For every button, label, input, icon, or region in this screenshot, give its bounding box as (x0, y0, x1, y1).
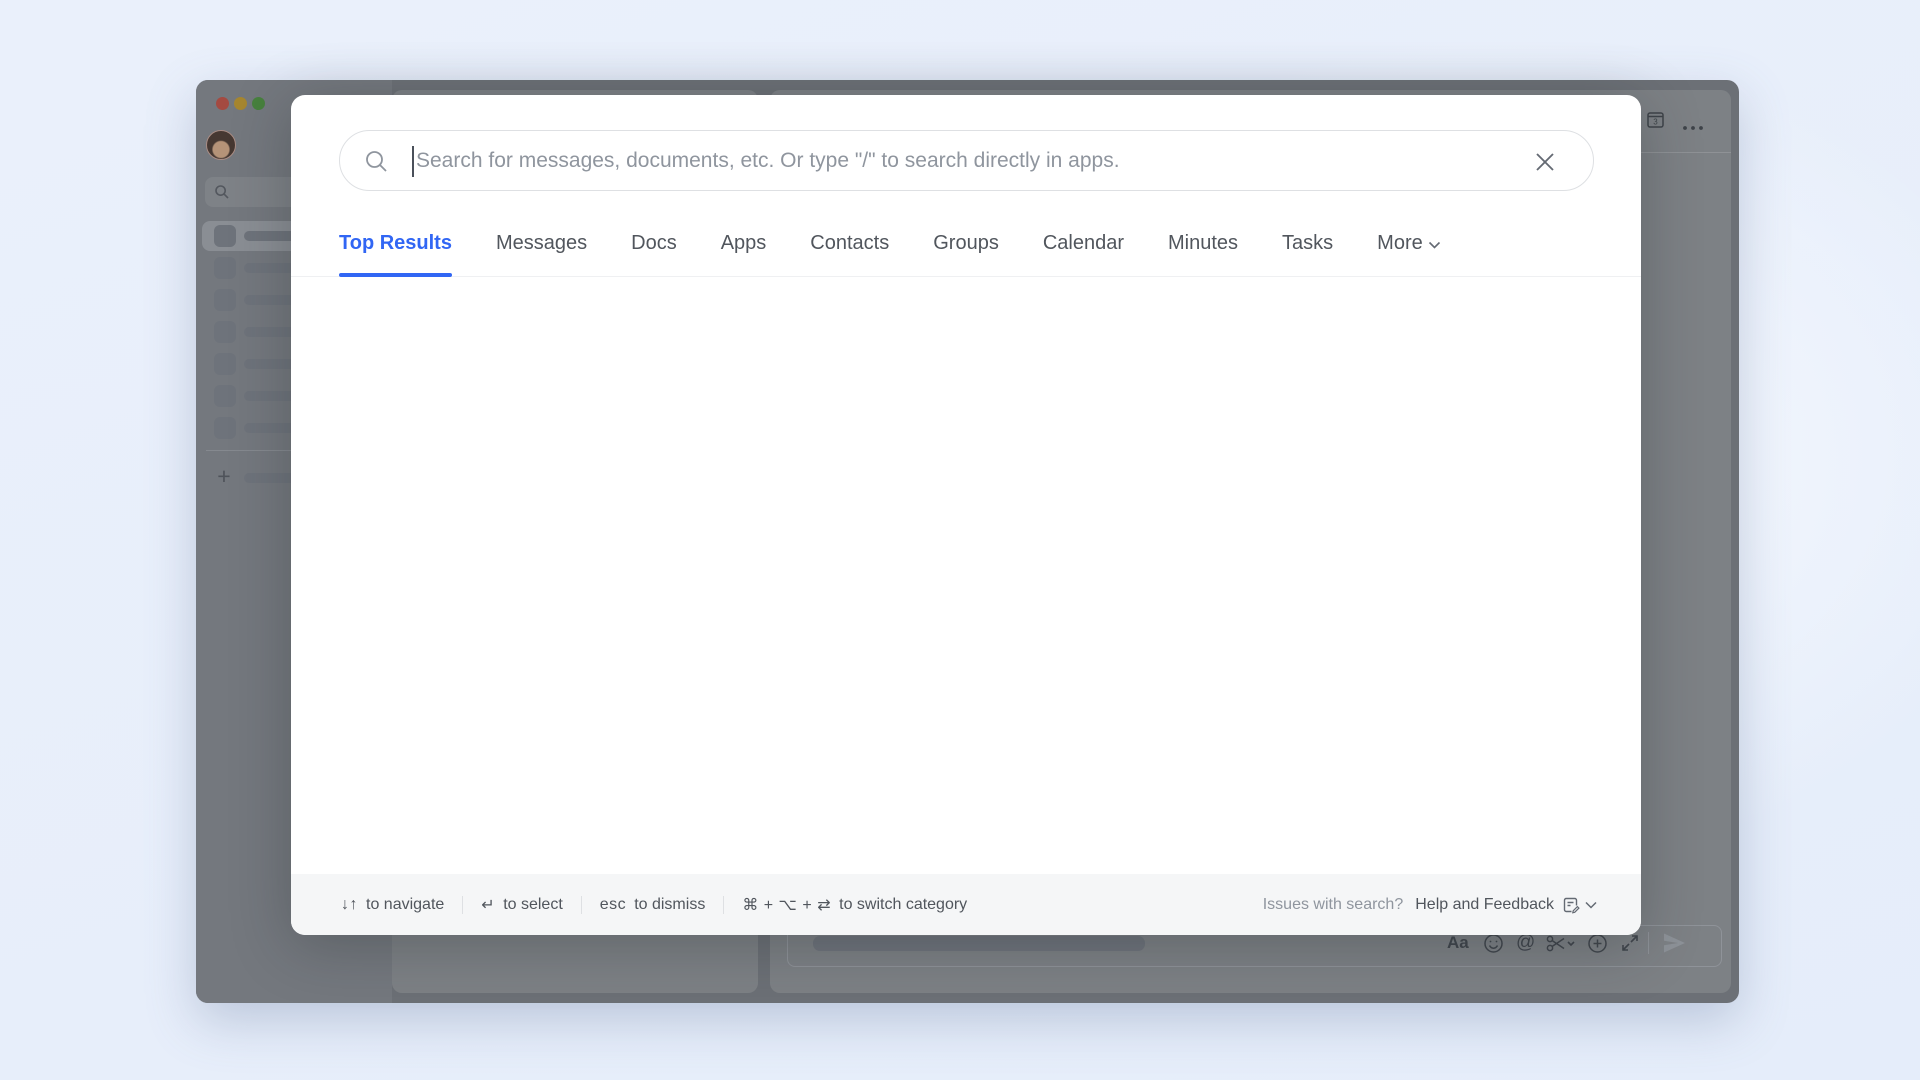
format-icon[interactable]: Aa (1447, 932, 1469, 954)
emoji-icon[interactable] (1483, 932, 1504, 954)
desktop-background: + 3 Aa (0, 0, 1920, 1080)
expand-icon[interactable] (1620, 932, 1640, 954)
search-modal-footer: ↓↑ to navigate ↵ to select esc to dismis… (291, 874, 1641, 935)
search-results-area (291, 278, 1641, 874)
tab-minutes[interactable]: Minutes (1168, 211, 1238, 276)
tab-docs[interactable]: Docs (631, 211, 677, 276)
keyboard-hints: ↓↑ to navigate ↵ to select esc to dismis… (341, 895, 967, 915)
hint-navigate: ↓↑ to navigate (341, 896, 444, 914)
composer-skeleton-text (813, 936, 1145, 951)
skeleton-avatar (214, 225, 236, 247)
divider (462, 896, 463, 914)
skeleton-avatar[interactable] (214, 353, 236, 375)
help-and-feedback-link[interactable]: Help and Feedback (1415, 896, 1597, 914)
screenshot-icon[interactable] (1545, 932, 1575, 954)
close-icon[interactable] (1529, 146, 1561, 178)
tab-contacts[interactable]: Contacts (810, 211, 889, 276)
issues-text: Issues with search? (1263, 896, 1404, 914)
send-icon[interactable] (1662, 932, 1686, 954)
tab-top-results[interactable]: Top Results (339, 211, 452, 276)
search-input[interactable] (416, 131, 1506, 190)
chevron-down-icon (1428, 241, 1441, 250)
active-tab-underline (339, 273, 452, 277)
more-icon[interactable] (1682, 118, 1704, 136)
window-maximize-button[interactable] (252, 97, 265, 110)
skeleton-avatar[interactable] (214, 257, 236, 279)
window-minimize-button[interactable] (234, 97, 247, 110)
skeleton-avatar[interactable] (214, 321, 236, 343)
chevron-down-icon (1585, 901, 1597, 909)
tab-groups[interactable]: Groups (933, 211, 999, 276)
search-category-tabs: Top Results Messages Docs Apps Contacts … (291, 211, 1641, 277)
mention-icon[interactable]: @ (1516, 932, 1535, 954)
tab-more[interactable]: More (1377, 211, 1441, 276)
search-icon (364, 149, 389, 174)
hint-switch-category: ⌘ + ⌥ + ⇄ to switch category (742, 895, 967, 915)
search-icon (214, 184, 230, 200)
divider (723, 896, 724, 914)
arrows-icon: ↓↑ (341, 896, 358, 914)
plus-circle-icon[interactable] (1587, 932, 1608, 954)
tab-apps[interactable]: Apps (721, 211, 767, 276)
tab-messages[interactable]: Messages (496, 211, 587, 276)
calendar-icon[interactable]: 3 (1646, 110, 1665, 134)
skeleton-avatar[interactable] (214, 385, 236, 407)
hint-dismiss: esc to dismiss (600, 896, 706, 914)
skeleton-avatar[interactable] (214, 417, 236, 439)
skeleton-avatar[interactable] (214, 289, 236, 311)
window-close-button[interactable] (216, 97, 229, 110)
feedback-form-icon (1562, 896, 1580, 914)
composer-divider (1648, 932, 1649, 954)
add-button[interactable]: + (212, 464, 236, 488)
svg-text:3: 3 (1653, 118, 1658, 127)
cmd-opt-switch-icons: ⌘ + ⌥ + ⇄ (742, 895, 831, 915)
divider (581, 896, 582, 914)
tab-calendar[interactable]: Calendar (1043, 211, 1124, 276)
enter-icon: ↵ (481, 895, 495, 915)
footer-help: Issues with search? Help and Feedback (1263, 896, 1597, 914)
global-search-modal: Top Results Messages Docs Apps Contacts … (291, 95, 1641, 935)
search-input-container (339, 130, 1594, 191)
avatar[interactable] (206, 130, 236, 160)
text-caret (412, 146, 414, 177)
hint-select: ↵ to select (481, 895, 563, 915)
tab-tasks[interactable]: Tasks (1282, 211, 1333, 276)
